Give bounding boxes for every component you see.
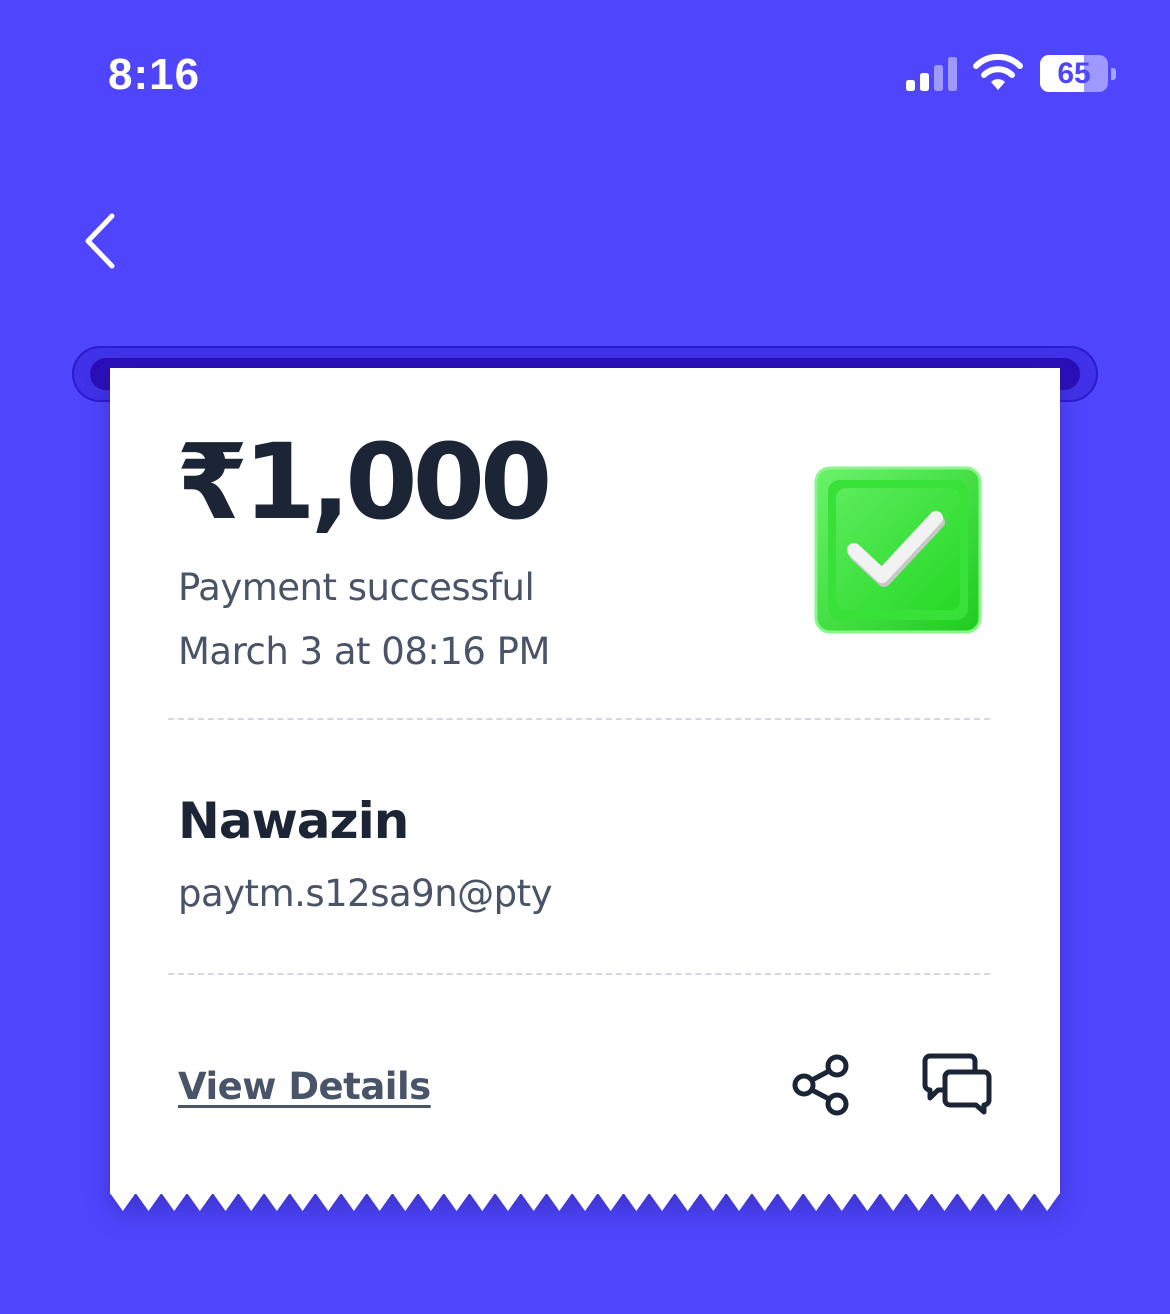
battery-percent: 65 bbox=[1057, 57, 1091, 90]
divider bbox=[168, 973, 990, 975]
payment-receipt-card: ₹1,000 Payment successful March 3 at 08:… bbox=[110, 368, 1060, 1218]
chevron-left-icon bbox=[85, 213, 115, 269]
cellular-signal-icon bbox=[906, 57, 957, 91]
view-details-link[interactable]: View Details bbox=[178, 1065, 431, 1108]
share-icon bbox=[792, 1054, 849, 1116]
receipt-torn-edge bbox=[110, 1193, 1060, 1211]
green-checkmark-icon bbox=[814, 466, 982, 634]
share-button[interactable] bbox=[788, 1050, 854, 1120]
payment-amount: ₹1,000 bbox=[176, 421, 552, 543]
payment-datetime: March 3 at 08:16 PM bbox=[178, 630, 550, 673]
payee-name: Nawazin bbox=[178, 792, 409, 850]
battery-indicator: 65 bbox=[1040, 55, 1118, 95]
payee-upi-id: paytm.s12sa9n@pty bbox=[178, 872, 553, 915]
divider bbox=[168, 718, 990, 720]
back-button[interactable] bbox=[74, 206, 134, 276]
status-bar: 8:16 65 bbox=[0, 0, 1170, 150]
status-time: 8:16 bbox=[108, 50, 201, 99]
wifi-icon bbox=[973, 54, 1023, 90]
chat-button[interactable] bbox=[920, 1050, 994, 1120]
chat-bubbles-icon bbox=[922, 1053, 992, 1115]
payment-status: Payment successful bbox=[178, 566, 535, 609]
